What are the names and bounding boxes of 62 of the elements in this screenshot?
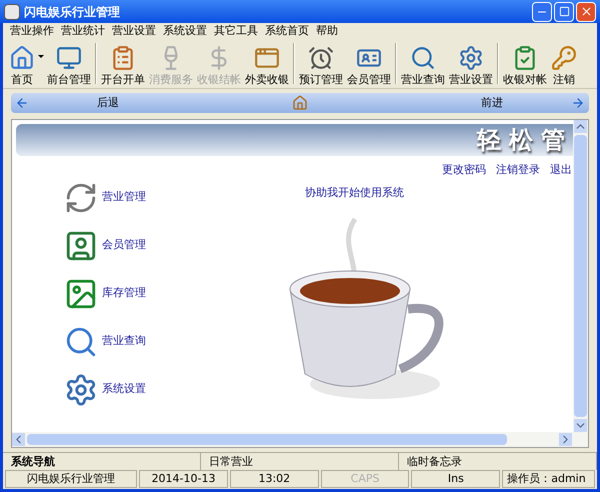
toolbar-button[interactable]: 首页	[7, 39, 45, 88]
nav-item-link[interactable]: 营业查询	[102, 333, 146, 350]
toolbar-button[interactable]: 前台管理	[45, 39, 93, 88]
toolbar-button[interactable]: 外卖收银	[243, 39, 291, 88]
menu-item[interactable]: 系统首页	[262, 22, 312, 40]
nav-item-link[interactable]: 库存管理	[102, 285, 146, 302]
status-cell: 13:02	[230, 470, 319, 488]
menu-item[interactable]: 营业操作	[7, 22, 57, 40]
toolbar-button[interactable]: 注销	[549, 39, 579, 88]
nav-item-link[interactable]: 系统设置	[102, 381, 146, 398]
nav-item-link[interactable]: 会员管理	[102, 237, 146, 254]
panel-header[interactable]: 临时备忘录	[399, 453, 597, 470]
forward-arrow-icon[interactable]	[571, 96, 585, 110]
menu-item[interactable]: 营业设置	[109, 22, 159, 40]
toolbar-button[interactable]: 营业查询	[399, 39, 447, 88]
toolbar-button[interactable]: 预订管理	[297, 39, 345, 88]
back-arrow-icon[interactable]	[15, 96, 29, 110]
settings-icon[interactable]	[64, 372, 98, 406]
status-cell: Ins	[411, 470, 500, 488]
house-icon	[9, 45, 35, 71]
scroll-up-icon[interactable]	[574, 120, 587, 133]
panel-header[interactable]: 日常营业	[201, 453, 399, 470]
header-link[interactable]: 退出	[550, 162, 572, 178]
close-button[interactable]	[576, 2, 596, 22]
menu-item[interactable]: 系统设置	[160, 22, 210, 40]
help-link[interactable]: 协助我开始使用系统	[305, 184, 404, 201]
house-icon[interactable]	[292, 95, 308, 111]
minimize-button[interactable]	[532, 2, 552, 22]
status-cell: 操作员：admin	[502, 470, 595, 488]
scroll-down-icon[interactable]	[574, 419, 587, 432]
status-cell: 2014-10-13	[139, 470, 228, 488]
toolbar-button[interactable]: 营业设置	[447, 39, 495, 88]
horizontal-scrollbar[interactable]	[12, 432, 588, 447]
header-link[interactable]: 注销登录	[496, 162, 540, 178]
monitor-icon	[56, 45, 82, 71]
scroll-right-icon[interactable]	[559, 433, 572, 446]
dropdown-caret-icon	[38, 55, 44, 58]
vertical-scrollbar[interactable]	[573, 120, 588, 432]
toolbar-button[interactable]: 开台开单	[99, 39, 147, 88]
maximize-button[interactable]	[554, 2, 574, 22]
header-link[interactable]: 更改密码	[442, 162, 486, 178]
forward-link[interactable]: 前进	[481, 94, 503, 112]
banner-title: 轻松管	[477, 124, 573, 156]
nav-item-link[interactable]: 营业管理	[102, 189, 146, 206]
menu-item[interactable]: 帮助	[313, 22, 341, 40]
app-icon	[4, 4, 20, 20]
toolbar-button[interactable]: 收银对帐	[501, 39, 549, 88]
settings-icon	[458, 45, 484, 71]
status-cell: 闪电娱乐行业管理	[5, 470, 138, 488]
close-icon	[580, 5, 592, 18]
maximize-icon	[558, 6, 570, 17]
menu-item[interactable]: 其它工具	[211, 22, 261, 40]
alarm-clock-icon	[308, 45, 334, 71]
window-title: 闪电娱乐行业管理	[24, 4, 120, 20]
search-icon	[410, 45, 436, 71]
menu-item[interactable]: 营业统计	[58, 22, 108, 40]
back-link[interactable]: 后退	[97, 94, 119, 112]
scroll-left-icon[interactable]	[12, 433, 25, 446]
status-cell: CAPS	[320, 470, 410, 488]
toolbar-button[interactable]: 会员管理	[345, 39, 393, 88]
panel-header[interactable]: 系统导航	[3, 453, 201, 470]
key-icon	[551, 45, 577, 71]
